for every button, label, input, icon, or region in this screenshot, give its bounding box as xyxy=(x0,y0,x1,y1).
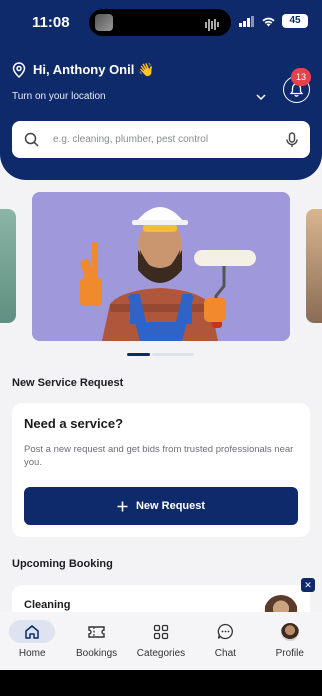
carousel-slide-next[interactable] xyxy=(306,209,322,323)
tab-chat[interactable]: Chat xyxy=(195,620,255,659)
service-card-title: Need a service? xyxy=(24,416,124,431)
service-card-description: Post a new request and get bids from tru… xyxy=(24,444,294,468)
user-greeting: Hi, Anthony Onil 👋 xyxy=(33,62,155,77)
booking-title: Cleaning xyxy=(24,599,71,611)
close-icon[interactable]: ✕ xyxy=(301,578,315,592)
tab-profile-label: Profile xyxy=(275,648,304,659)
plus-icon xyxy=(117,501,128,511)
new-service-card: Need a service? Post a new request and g… xyxy=(12,403,310,537)
ticket-icon xyxy=(88,625,105,638)
tab-categories[interactable]: Categories xyxy=(131,620,191,659)
painter-worker-image xyxy=(32,192,290,341)
tab-chat-label: Chat xyxy=(214,648,236,659)
home-icon xyxy=(25,624,39,639)
search-input[interactable] xyxy=(53,134,286,145)
carousel-dot-active xyxy=(127,353,150,356)
status-bar: 11:08 45 xyxy=(0,0,322,44)
bottom-tab-bar: Home Bookings Categories Chat Profile xyxy=(0,612,322,670)
upcoming-booking-section-title: Upcoming Booking xyxy=(12,558,113,570)
wifi-icon xyxy=(262,17,275,26)
search-icon xyxy=(24,132,39,147)
audio-wave-icon xyxy=(205,16,221,31)
location-prompt: Turn on your location xyxy=(12,91,106,102)
carousel-indicator xyxy=(127,353,194,356)
greeting-row: Hi, Anthony Onil 👋 xyxy=(12,62,154,78)
new-request-button[interactable]: New Request xyxy=(24,487,298,525)
now-playing-thumbnail xyxy=(95,14,113,31)
tab-profile[interactable]: Profile xyxy=(260,620,320,659)
battery-indicator: 45 xyxy=(282,14,308,28)
tab-bookings[interactable]: Bookings xyxy=(67,620,127,659)
signal-icon xyxy=(239,15,254,27)
notification-count-badge: 13 xyxy=(291,68,311,86)
location-toggle[interactable]: Turn on your location xyxy=(12,91,266,102)
tab-categories-label: Categories xyxy=(136,648,186,659)
tab-home-label: Home xyxy=(18,648,46,659)
location-pin-icon xyxy=(12,62,26,78)
grid-icon xyxy=(153,624,169,639)
new-request-label: New Request xyxy=(135,500,206,512)
chat-icon xyxy=(217,623,233,640)
tab-home[interactable]: Home xyxy=(2,620,62,659)
dynamic-island xyxy=(89,9,231,36)
new-service-section-title: New Service Request xyxy=(12,377,124,389)
tab-bookings-label: Bookings xyxy=(76,648,118,659)
search-bar[interactable] xyxy=(12,121,310,158)
carousel-slide-banner[interactable] xyxy=(32,192,290,341)
status-time: 11:08 xyxy=(32,14,70,31)
carousel-slide-previous[interactable] xyxy=(0,209,16,323)
carousel-dot xyxy=(152,353,194,356)
home-indicator-area xyxy=(0,670,322,696)
microphone-icon[interactable] xyxy=(286,131,298,148)
chevron-down-icon xyxy=(256,93,266,100)
avatar xyxy=(280,622,299,641)
